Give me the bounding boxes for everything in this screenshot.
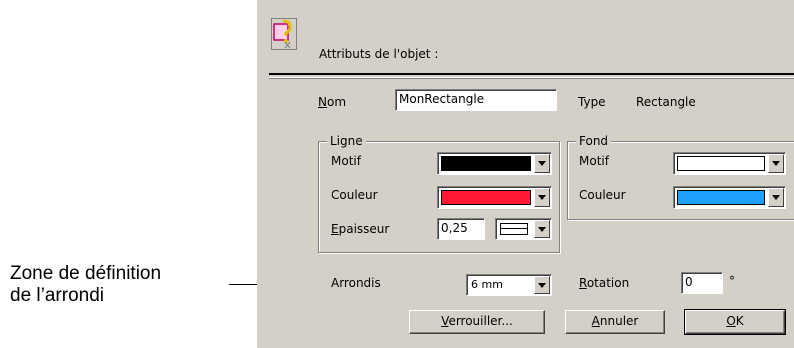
fond-group-title: Fond xyxy=(576,134,612,148)
callout-line-2: de l’arrondi xyxy=(10,285,104,306)
dialog-header-title: Attributs de l'objet : xyxy=(319,47,439,61)
ligne-group-title: Ligne xyxy=(327,134,366,148)
ligne-couleur-swatch xyxy=(441,190,531,205)
lock-button[interactable]: Verrouiller... xyxy=(409,310,545,334)
ligne-motif-swatch xyxy=(441,156,531,171)
ligne-motif-select[interactable] xyxy=(437,152,552,175)
chevron-down-icon[interactable] xyxy=(534,220,550,238)
line-style-select[interactable] xyxy=(495,218,552,240)
ok-button[interactable]: OK xyxy=(684,309,786,335)
object-attributes-icon xyxy=(271,18,297,50)
chevron-down-icon[interactable] xyxy=(768,188,784,207)
type-label: Type xyxy=(578,95,606,109)
type-value: Rectangle xyxy=(636,95,696,109)
fond-motif-select[interactable] xyxy=(673,152,786,175)
chevron-down-icon[interactable] xyxy=(768,154,784,173)
arrondis-value: 6 mm xyxy=(471,278,503,291)
arrondis-select[interactable]: 6 mm xyxy=(466,274,552,296)
object-attributes-dialog: Attributs de l'objet : Nom MonRectangle … xyxy=(257,0,794,348)
arrondis-label: Arrondis xyxy=(331,276,381,290)
fond-couleur-swatch xyxy=(677,190,765,205)
fond-motif-label: Motif xyxy=(579,154,609,168)
cancel-button[interactable]: Annuler xyxy=(565,310,665,334)
ligne-couleur-select[interactable] xyxy=(437,186,552,209)
fond-couleur-select[interactable] xyxy=(673,186,786,209)
chevron-down-icon[interactable] xyxy=(534,188,550,207)
epaisseur-label: Epaisseur xyxy=(331,222,390,236)
ligne-couleur-label: Couleur xyxy=(331,188,378,202)
epaisseur-input[interactable]: 0,25 xyxy=(437,218,485,240)
callout-line-1: Zone de définition xyxy=(10,263,162,284)
line-style-icon xyxy=(500,223,528,235)
callout-text: Zone de définition de l’arrondi xyxy=(10,263,161,307)
chevron-down-icon[interactable] xyxy=(534,276,550,294)
header-divider xyxy=(269,73,794,75)
ligne-motif-label: Motif xyxy=(331,154,361,168)
fond-motif-swatch xyxy=(677,156,765,171)
rotation-input[interactable]: 0 xyxy=(681,272,723,294)
fond-couleur-label: Couleur xyxy=(579,188,626,202)
name-label: Nom xyxy=(318,95,347,109)
rotation-label: Rotation xyxy=(579,276,630,290)
header-divider-bevel xyxy=(269,77,794,79)
rotation-unit: ° xyxy=(729,274,735,288)
chevron-down-icon[interactable] xyxy=(534,154,550,173)
name-input[interactable]: MonRectangle xyxy=(395,89,557,111)
